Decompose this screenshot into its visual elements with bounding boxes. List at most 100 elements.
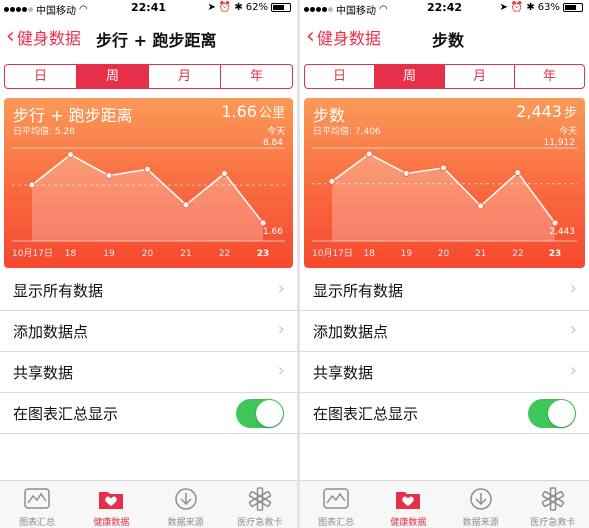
battery-percent: 63% [537,2,560,13]
card-average: 日平均值: 7,406 [313,127,381,137]
x-tick-label: 21 [180,249,191,259]
segment-week[interactable]: 周 [77,65,149,88]
list-item-show-all[interactable]: 显示所有数据 › [0,270,297,311]
battery-icon [271,3,291,12]
card-day-label: 今天 [558,127,577,137]
tab-medical-id[interactable]: 医疗急救卡 [223,481,297,528]
card-value-number: 1.66 [221,102,257,121]
chart-card: 8.84 1.66 10月17日 18 19 20 21 22 23 步行 + 跑步距离 日平均… [4,98,293,268]
tab-bar: 图表汇总 健康数据 数据来源 医疗急救卡 [300,480,589,528]
nav-bar: ‹ 健身数据 步行 + 跑步距离 [0,22,297,54]
tab-health-data[interactable]: 健康数据 [74,481,148,528]
data-point [28,181,36,189]
chevron-right-icon: › [277,278,285,299]
options-list: 显示所有数据 › 添加数据点 › 共享数据 › 在图表汇总显示 [0,270,297,434]
data-point [328,177,336,185]
segment-week[interactable]: 周 [375,65,445,88]
list-item-share[interactable]: 共享数据 › [300,352,589,393]
location-icon: ➤ [207,2,216,13]
dashboard-toggle[interactable] [236,399,284,428]
data-point [105,172,113,180]
card-title: 步行 + 跑步距离 [13,106,133,125]
list-item-show-in-dashboard: 在图表汇总显示 [0,393,297,434]
data-point [440,164,447,172]
nav-bar: ‹ 健身数据 步数 [300,22,589,54]
dashboard-toggle[interactable] [528,399,576,428]
tab-label: 医疗急救卡 [530,518,576,528]
page-title: 步行 + 跑步距离 [96,31,217,50]
data-point [67,151,74,159]
back-button[interactable]: ‹ 健身数据 [6,25,81,49]
tab-bar: 图表汇总 健康数据 数据来源 医疗急救卡 [0,480,297,528]
tab-label: 医疗急救卡 [237,518,283,528]
x-tick-label: 10月17日 [312,248,353,259]
status-bar: 中国移动 ◠ 22:42 ➤ ⏰ ✱ 63% [300,0,589,17]
screen-left: 中国移动 ◠ 22:41 ➤ ⏰ ✱ 62% ‹ 健身数据 步行 + 跑步距离 … [0,0,297,528]
card-value: 1.66 公里 [221,102,285,121]
list-item-label: 在图表汇总显示 [313,405,419,423]
segment-day[interactable]: 日 [5,65,77,88]
segment-year[interactable]: 年 [221,65,292,88]
bluetooth-icon: ✱ [234,2,243,13]
alarm-icon: ⏰ [218,2,232,13]
data-point [259,219,267,227]
tab-sources[interactable]: 数据来源 [445,481,517,528]
medical-star-icon [541,487,565,511]
list-item-label: 共享数据 [313,364,374,382]
range-segmented-control: 日 周 月 年 [304,64,585,89]
bluetooth-icon: ✱ [526,2,535,13]
page-title: 步数 [432,31,465,50]
list-item-label: 显示所有数据 [13,282,104,300]
list-item-add-point[interactable]: 添加数据点 › [300,311,589,352]
tab-health-data[interactable]: 健康数据 [372,481,444,528]
tab-label: 数据来源 [462,518,499,528]
data-point [221,169,228,177]
tab-dashboard[interactable]: 图表汇总 [0,481,74,528]
tab-label: 健康数据 [93,518,130,528]
x-tick-label: 18 [363,249,375,259]
x-tick-label: 22 [219,249,230,259]
x-tick-label: 20 [438,249,450,259]
y-max-label: 8.84 [263,138,283,148]
tab-medical-id[interactable]: 医疗急救卡 [517,481,589,528]
toggle-knob [548,400,575,427]
list-item-add-point[interactable]: 添加数据点 › [0,311,297,352]
segment-year[interactable]: 年 [515,65,584,88]
segment-month[interactable]: 月 [445,65,515,88]
heart-folder-icon [99,492,124,509]
x-tick-label: 21 [475,249,486,259]
segment-month[interactable]: 月 [149,65,221,88]
back-label: 健身数据 [16,29,81,48]
list-item-show-all[interactable]: 显示所有数据 › [300,270,589,311]
y-min-label: 1.66 [263,227,283,237]
toggle-knob [256,400,283,427]
chart-icon [323,488,349,509]
data-point [514,169,522,177]
x-tick-label: 19 [401,249,413,259]
y-min-label: 2,443 [549,227,575,237]
list-item-share[interactable]: 共享数据 › [0,352,297,393]
back-label: 健身数据 [316,29,381,48]
back-button[interactable]: ‹ 健身数据 [306,25,381,49]
card-value: 2,443 步 [516,102,577,121]
heart-folder-icon [396,492,421,509]
tab-label: 数据来源 [167,518,204,528]
segment-day[interactable]: 日 [305,65,375,88]
chevron-left-icon: ‹ [6,24,15,49]
x-tick-label: 18 [65,249,77,259]
x-tick-label: 23 [257,249,270,259]
tab-dashboard[interactable]: 图表汇总 [300,481,372,528]
tab-sources[interactable]: 数据来源 [149,481,223,528]
x-tick-label: 19 [103,249,115,259]
list-item-label: 添加数据点 [13,323,89,341]
card-value-unit: 步 [563,106,577,121]
alarm-icon: ⏰ [510,2,524,13]
download-icon [174,488,197,510]
medical-star-icon [248,487,272,511]
card-value-number: 2,443 [516,102,562,121]
chevron-right-icon: › [569,278,577,299]
data-point [182,201,190,209]
tab-label: 图表汇总 [318,518,355,528]
card-value-unit: 公里 [258,106,285,121]
tab-label: 健康数据 [390,518,427,528]
